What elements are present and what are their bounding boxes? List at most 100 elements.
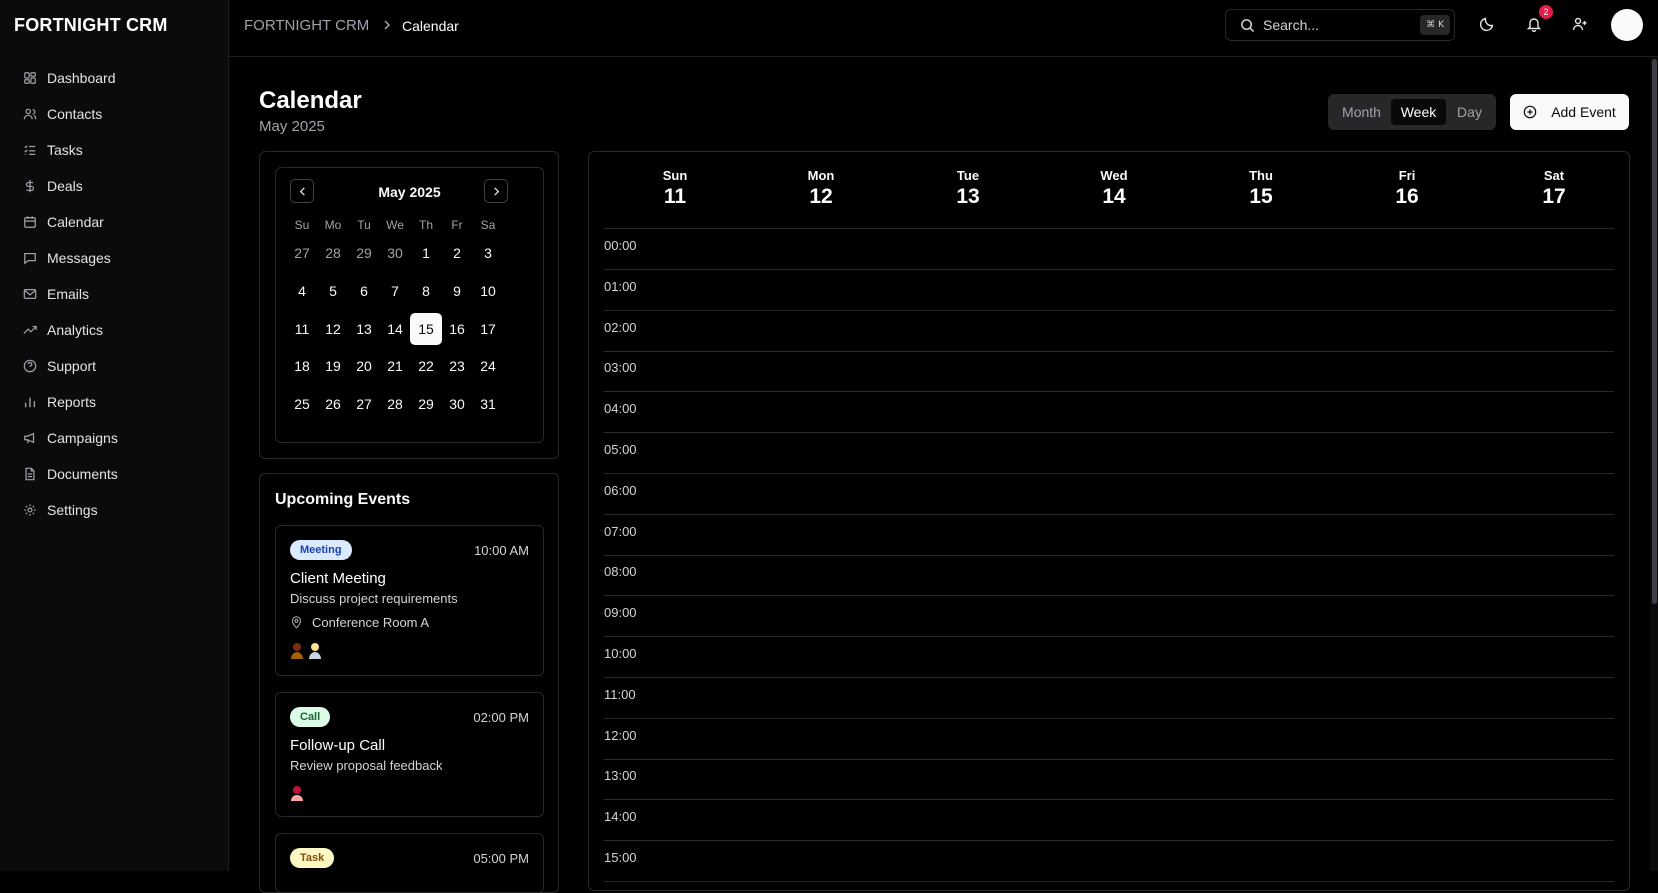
mini-calendar-day-selected[interactable]: 15	[410, 313, 442, 345]
mini-calendar-day[interactable]: 14	[379, 313, 411, 345]
mini-calendar-day[interactable]: 4	[286, 275, 318, 307]
sidebar-item-deals[interactable]: Deals	[0, 168, 229, 204]
brand-logo-text[interactable]: FORTNIGHT CRM	[14, 15, 168, 36]
mini-calendar-day[interactable]: 28	[379, 388, 411, 420]
hour-slot[interactable]: 03:00	[604, 351, 1614, 393]
mini-calendar-day[interactable]: 6	[348, 275, 380, 307]
theme-toggle-moon-icon[interactable]	[1477, 14, 1497, 34]
mini-calendar-day[interactable]: 27	[348, 388, 380, 420]
mini-calendar-day[interactable]: 28	[317, 237, 349, 269]
week-day-header[interactable]: Mon 12	[771, 168, 871, 209]
sidebar-item-campaigns[interactable]: Campaigns	[0, 420, 229, 456]
week-day-header[interactable]: Tue 13	[918, 168, 1018, 209]
mini-calendar-day[interactable]: 31	[472, 388, 504, 420]
sidebar-item-support[interactable]: Support	[0, 348, 229, 384]
mini-calendar-day[interactable]: 30	[379, 237, 411, 269]
mini-calendar-day[interactable]: 29	[410, 388, 442, 420]
mini-calendar-day[interactable]: 26	[317, 388, 349, 420]
hour-slot[interactable]: 01:00	[604, 270, 1614, 311]
mini-calendar-day[interactable]: 21	[379, 350, 411, 382]
view-day-button[interactable]: Day	[1447, 99, 1492, 125]
search-input[interactable]: Search... ⌘ K	[1225, 9, 1455, 41]
sidebar-item-reports[interactable]: Reports	[0, 384, 229, 420]
mini-calendar-day[interactable]: 27	[286, 237, 318, 269]
mini-calendar-day[interactable]: 13	[348, 313, 380, 345]
week-day-name: Tue	[956, 168, 980, 183]
mini-calendar-day[interactable]: 16	[441, 313, 473, 345]
sidebar-item-documents[interactable]: Documents	[0, 456, 229, 492]
mini-calendar-day[interactable]: 19	[317, 350, 349, 382]
scrollbar-thumb[interactable]	[1652, 59, 1657, 604]
mini-calendar-day[interactable]: 10	[472, 275, 504, 307]
mail-icon	[22, 287, 37, 302]
event-card[interactable]: Task 05:00 PM	[275, 833, 544, 893]
search-placeholder: Search...	[1263, 17, 1320, 33]
week-day-header[interactable]: Sat 17	[1504, 168, 1604, 209]
weekday-label: Sa	[480, 218, 496, 232]
week-day-header[interactable]: Fri 16	[1357, 168, 1457, 209]
mini-calendar-day[interactable]: 25	[286, 388, 318, 420]
add-user-icon[interactable]	[1570, 14, 1590, 34]
contacts-icon	[22, 107, 37, 122]
hour-slot[interactable]: 04:00	[604, 392, 1614, 434]
week-day-header[interactable]: Sun 11	[625, 168, 725, 209]
sidebar-item-calendar[interactable]: Calendar	[0, 204, 229, 240]
event-card[interactable]: Meeting 10:00 AM Client Meeting Discuss …	[275, 525, 544, 676]
mini-calendar-day[interactable]: 30	[441, 388, 473, 420]
sidebar-item-messages[interactable]: Messages	[0, 240, 229, 276]
hour-slot[interactable]: 09:00	[604, 596, 1614, 638]
mini-calendar-day[interactable]: 29	[348, 237, 380, 269]
breadcrumb-root[interactable]: FORTNIGHT CRM	[244, 17, 369, 34]
mini-calendar-day[interactable]: 5	[317, 275, 349, 307]
week-day-name: Fri	[1398, 168, 1416, 183]
sidebar-item-analytics[interactable]: Analytics	[0, 312, 229, 348]
hour-slot[interactable]: 07:00	[604, 515, 1614, 556]
mini-calendar-day[interactable]: 17	[472, 313, 504, 345]
sidebar-item-contacts[interactable]: Contacts	[0, 96, 229, 132]
mini-calendar-day[interactable]: 7	[379, 275, 411, 307]
hour-slot[interactable]: 08:00	[604, 555, 1614, 597]
hour-slot[interactable]: 15:00	[604, 841, 1614, 882]
mini-calendar-day[interactable]: 2	[441, 237, 473, 269]
week-day-number: 14	[1102, 185, 1126, 208]
hour-slot[interactable]: 12:00	[604, 719, 1614, 760]
view-month-button[interactable]: Month	[1334, 99, 1389, 125]
view-week-button[interactable]: Week	[1391, 99, 1446, 125]
attendee-avatar	[291, 643, 303, 659]
hour-slot[interactable]: 02:00	[604, 311, 1614, 352]
week-day-header[interactable]: Thu 15	[1211, 168, 1311, 209]
hour-slot[interactable]: 11:00	[604, 678, 1614, 719]
mini-calendar-day[interactable]: 1	[410, 237, 442, 269]
next-month-button[interactable]	[484, 179, 508, 203]
sidebar-item-tasks[interactable]: Tasks	[0, 132, 229, 168]
upcoming-events-card: Upcoming Events Meeting 10:00 AM Client …	[259, 473, 559, 893]
calendar-icon	[22, 215, 37, 230]
mini-calendar-day[interactable]: 11	[286, 313, 318, 345]
week-day-header[interactable]: Wed 14	[1064, 168, 1164, 209]
trend-icon	[22, 323, 37, 338]
mini-calendar-day[interactable]: 23	[441, 350, 473, 382]
mini-calendar-day[interactable]: 12	[317, 313, 349, 345]
mini-calendar-day[interactable]: 18	[286, 350, 318, 382]
add-event-button[interactable]: Add Event	[1510, 94, 1629, 130]
hour-slot[interactable]: 05:00	[604, 433, 1614, 474]
hour-slot[interactable]: 10:00	[604, 637, 1614, 678]
mini-calendar-day[interactable]: 22	[410, 350, 442, 382]
hour-slot[interactable]: 00:00	[604, 229, 1614, 270]
mini-calendar-day[interactable]: 24	[472, 350, 504, 382]
user-avatar[interactable]	[1611, 9, 1643, 41]
event-card[interactable]: Call 02:00 PM Follow-up Call Review prop…	[275, 692, 544, 817]
bar-chart-icon	[22, 395, 37, 410]
hour-slot[interactable]: 13:00	[604, 759, 1614, 801]
sidebar-item-dashboard[interactable]: Dashboard	[0, 60, 229, 96]
sidebar-item-settings[interactable]: Settings	[0, 492, 229, 528]
hour-slot[interactable]: 14:00	[604, 800, 1614, 842]
mini-calendar-day[interactable]: 8	[410, 275, 442, 307]
mini-calendar-day[interactable]: 3	[472, 237, 504, 269]
event-location: Conference Room A	[290, 615, 429, 630]
mini-calendar-day[interactable]: 20	[348, 350, 380, 382]
mini-calendar-day[interactable]: 9	[441, 275, 473, 307]
hour-slot[interactable]: 06:00	[604, 474, 1614, 515]
sidebar-item-emails[interactable]: Emails	[0, 276, 229, 312]
week-day-number: 13	[956, 185, 980, 208]
